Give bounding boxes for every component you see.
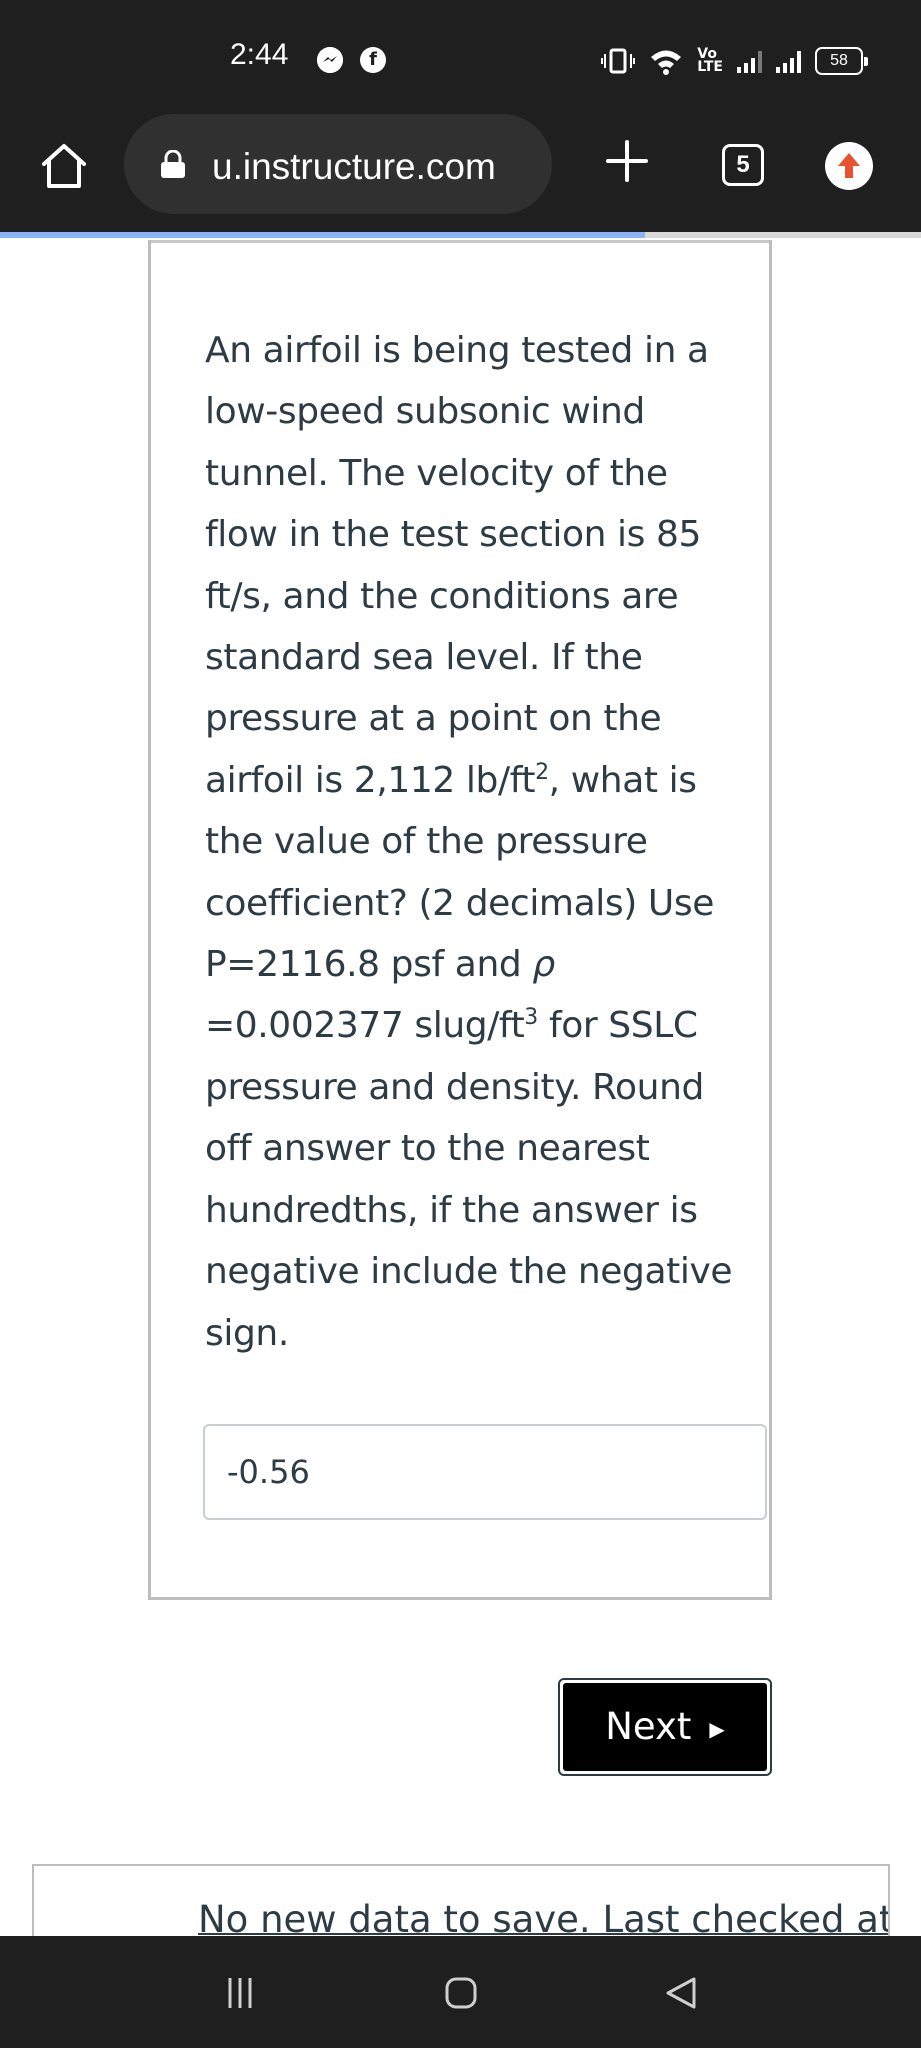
wifi-icon [651,50,682,75]
messenger-icon [317,47,343,73]
save-status-text[interactable]: No new data to save. Last checked at [198,1898,888,1941]
home-button[interactable] [36,138,92,194]
back-icon[interactable] [664,1976,698,2010]
home-nav-icon[interactable] [444,1976,478,2010]
home-icon [42,144,86,188]
battery-icon: 58 [815,47,868,75]
update-button[interactable] [825,142,873,190]
facebook-icon: f [360,47,386,73]
system-nav-bar [0,1936,921,2048]
arrow-up-icon [838,153,860,178]
browser-toolbar: u.instructure.com 5 [0,110,921,232]
plus-icon [606,140,648,182]
url-text: u.instructure.com [212,146,496,187]
progress-fill [0,232,645,238]
recents-icon[interactable] [226,1976,254,2010]
tab-switcher-button[interactable]: 5 [722,144,764,186]
next-button[interactable]: Next ▶ [558,1678,772,1776]
next-button-face: Next ▶ [563,1683,767,1771]
volte-indicator: Vo LTE [697,46,723,75]
vibrate-icon [601,48,636,74]
status-icons: Vo LTE 58 [601,44,868,78]
answer-input[interactable] [203,1424,767,1520]
signal-1-icon [737,49,762,73]
status-bar: 2:44 f Vo LTE 58 [0,0,921,110]
question-card: An airfoil is being tested in a low-spee… [148,240,772,1600]
page-load-progress [0,232,921,238]
address-bar[interactable]: u.instructure.com [124,114,552,214]
lock-icon [161,150,185,178]
new-tab-button[interactable] [602,136,652,186]
question-text: An airfoil is being tested in a low-spee… [205,330,733,1354]
clock: 2:44 [230,38,289,71]
signal-2-icon [776,49,801,73]
next-label: Next [605,1705,692,1748]
play-arrow-icon: ▶ [709,1716,725,1741]
